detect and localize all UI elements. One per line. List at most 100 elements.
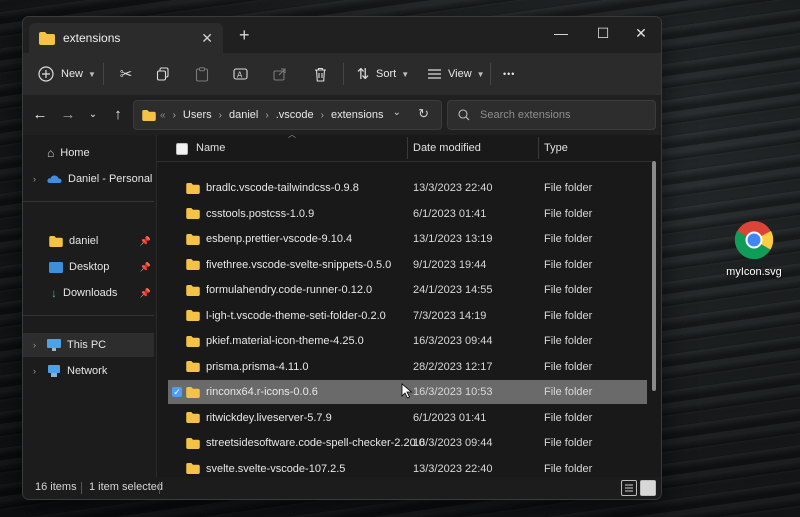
- selection-count: 1 item selected: [89, 481, 163, 493]
- sort-button[interactable]: ⇅ Sort ▼: [354, 53, 409, 95]
- select-all-checkbox[interactable]: [176, 143, 188, 155]
- minimize-button[interactable]: —: [541, 21, 581, 45]
- copy-button[interactable]: [154, 53, 172, 95]
- file-type: File folder: [544, 386, 593, 398]
- column-type[interactable]: Type: [544, 135, 568, 161]
- file-row[interactable]: prisma.prisma-4.11.0 28/2/2023 12:17 File …: [168, 355, 647, 379]
- details-view-button[interactable]: [621, 480, 637, 496]
- status-divider: [81, 482, 82, 494]
- new-button[interactable]: New ▼: [37, 53, 96, 95]
- computer-icon: [47, 339, 61, 351]
- close-window-button[interactable]: ✕: [621, 21, 661, 45]
- folder-icon: [186, 284, 200, 296]
- nav-item-daniel[interactable]: daniel 📌: [23, 229, 154, 253]
- rename-button[interactable]: A: [231, 53, 249, 95]
- address-bar[interactable]: « › Users › daniel › .vscode › extension…: [133, 100, 442, 130]
- forward-button[interactable]: →: [57, 103, 79, 127]
- nav-item-this-pc[interactable]: › This PC: [23, 333, 154, 357]
- column-divider[interactable]: [407, 137, 408, 159]
- row-checkbox[interactable]: ✓: [172, 387, 182, 397]
- chevron-right-icon[interactable]: ›: [33, 366, 36, 376]
- file-list: ︿ Name Date modified Type bradlc.vscode-…: [157, 130, 661, 489]
- search-input[interactable]: Search extensions: [480, 109, 571, 121]
- sort-ascending-icon: ︿: [288, 130, 296, 139]
- file-date-modified: 9/1/2023 19:44: [413, 258, 487, 271]
- cloud-icon: [47, 175, 62, 183]
- folder-icon: [39, 31, 55, 45]
- folder-icon: [186, 437, 200, 449]
- file-date-modified: 16/3/2023 09:44: [413, 335, 493, 347]
- close-tab-icon[interactable]: ✕: [201, 30, 213, 47]
- refresh-icon[interactable]: ↻: [418, 106, 429, 122]
- chevron-right-icon: ›: [320, 109, 324, 121]
- search-box[interactable]: Search extensions: [447, 100, 656, 130]
- folder-icon: [186, 259, 200, 270]
- file-date-modified: 16/3/2023 10:53: [413, 386, 493, 398]
- cut-icon: ✂: [119, 66, 133, 83]
- folder-icon: [186, 361, 200, 372]
- paste-button[interactable]: [193, 53, 211, 95]
- file-row[interactable]: fivethree.vscode-svelte-snippets-0.5.0 9/…: [168, 253, 647, 277]
- file-row[interactable]: csstools.postcss-1.0.9 6/1/2023 01:41 File…: [168, 202, 647, 226]
- search-icon: [458, 109, 470, 121]
- cut-button[interactable]: ✂: [117, 53, 135, 95]
- chevron-right-icon: ›: [218, 109, 222, 121]
- nav-item-downloads[interactable]: ↓ Downloads 📌: [23, 281, 154, 305]
- tab-extensions[interactable]: extensions ✕: [29, 23, 223, 53]
- nav-label-home: Home: [60, 147, 90, 159]
- navigation-pane: ⌂ Home › Daniel - Personal daniel 📌 Desk…: [23, 135, 157, 477]
- file-row[interactable]: formulahendry.code-runner-0.12.0 24/1/202…: [168, 278, 647, 302]
- rename-icon: A: [231, 65, 249, 83]
- view-label: View: [448, 68, 472, 80]
- desktop-file-icon[interactable]: myIcon.svg: [722, 220, 786, 278]
- nav-item-network[interactable]: › Network: [23, 359, 154, 383]
- sort-label: Sort: [376, 68, 397, 80]
- large-icons-view-button[interactable]: [640, 480, 656, 496]
- breadcrumb-extensions[interactable]: extensions: [331, 109, 384, 121]
- chevron-right-icon[interactable]: ›: [33, 340, 36, 350]
- chevron-down-icon[interactable]: ⌄: [393, 107, 401, 118]
- vertical-scrollbar[interactable]: [652, 161, 656, 391]
- file-row[interactable]: ritwickdey.liveserver-5.7.9 6/1/2023 01:4…: [168, 406, 647, 430]
- back-button[interactable]: ←: [29, 103, 51, 127]
- file-date-modified: 28/2/2023 12:17: [413, 360, 493, 373]
- breadcrumb-daniel[interactable]: daniel: [229, 109, 258, 121]
- folder-icon: [49, 235, 63, 247]
- file-type: File folder: [544, 411, 593, 424]
- column-date-modified[interactable]: Date modified: [413, 135, 481, 161]
- delete-icon: [311, 65, 329, 83]
- up-button[interactable]: ↑: [107, 103, 129, 127]
- folder-icon: [186, 233, 200, 245]
- nav-label-network: Network: [67, 365, 108, 377]
- file-row[interactable]: pkief.material-icon-theme-4.25.0 16/3/202…: [168, 329, 647, 353]
- file-row[interactable]: l-igh-t.vscode-theme-seti-folder-0.2.0 7/…: [168, 304, 647, 328]
- column-divider[interactable]: [538, 137, 539, 159]
- column-header: ︿ Name Date modified Type: [157, 130, 652, 162]
- network-icon: [48, 365, 60, 377]
- new-tab-button[interactable]: +: [239, 25, 250, 46]
- recent-locations-button[interactable]: ⌄: [82, 103, 104, 127]
- nav-label-this-pc: This PC: [67, 339, 107, 351]
- delete-button[interactable]: [311, 53, 329, 95]
- sort-icon: ⇅: [356, 66, 370, 83]
- breadcrumb-vscode[interactable]: .vscode: [276, 109, 314, 121]
- file-row[interactable]: esbenp.prettier-vscode-9.10.4 13/1/2023 1…: [168, 227, 647, 251]
- maximize-button[interactable]: ☐: [583, 21, 623, 45]
- file-row[interactable]: streetsidesoftware.code-spell-checker-2.…: [168, 431, 647, 455]
- address-row: ← → ⌄ ↑ « › Users › daniel › .vscode › e…: [23, 95, 661, 135]
- more-options-button[interactable]: •••: [503, 53, 515, 95]
- nav-item-desktop[interactable]: Desktop 📌: [23, 255, 154, 279]
- file-type: File folder: [544, 437, 593, 449]
- nav-item-home[interactable]: ⌂ Home: [23, 141, 154, 165]
- breadcrumb-users[interactable]: Users: [183, 109, 212, 121]
- overflow-icon[interactable]: «: [160, 110, 166, 121]
- file-row[interactable]: bradlc.vscode-tailwindcss-0.9.8 13/3/2023…: [168, 176, 647, 200]
- share-button[interactable]: [271, 53, 289, 95]
- column-name[interactable]: Name: [196, 135, 225, 161]
- chevron-right-icon[interactable]: ›: [33, 174, 36, 184]
- chrome-icon: [734, 221, 774, 260]
- view-button[interactable]: View ▼: [425, 53, 485, 95]
- view-icon: [425, 65, 443, 83]
- file-date-modified: 16/3/2023 09:44: [413, 437, 493, 449]
- nav-item-onedrive[interactable]: › Daniel - Personal: [23, 167, 154, 191]
